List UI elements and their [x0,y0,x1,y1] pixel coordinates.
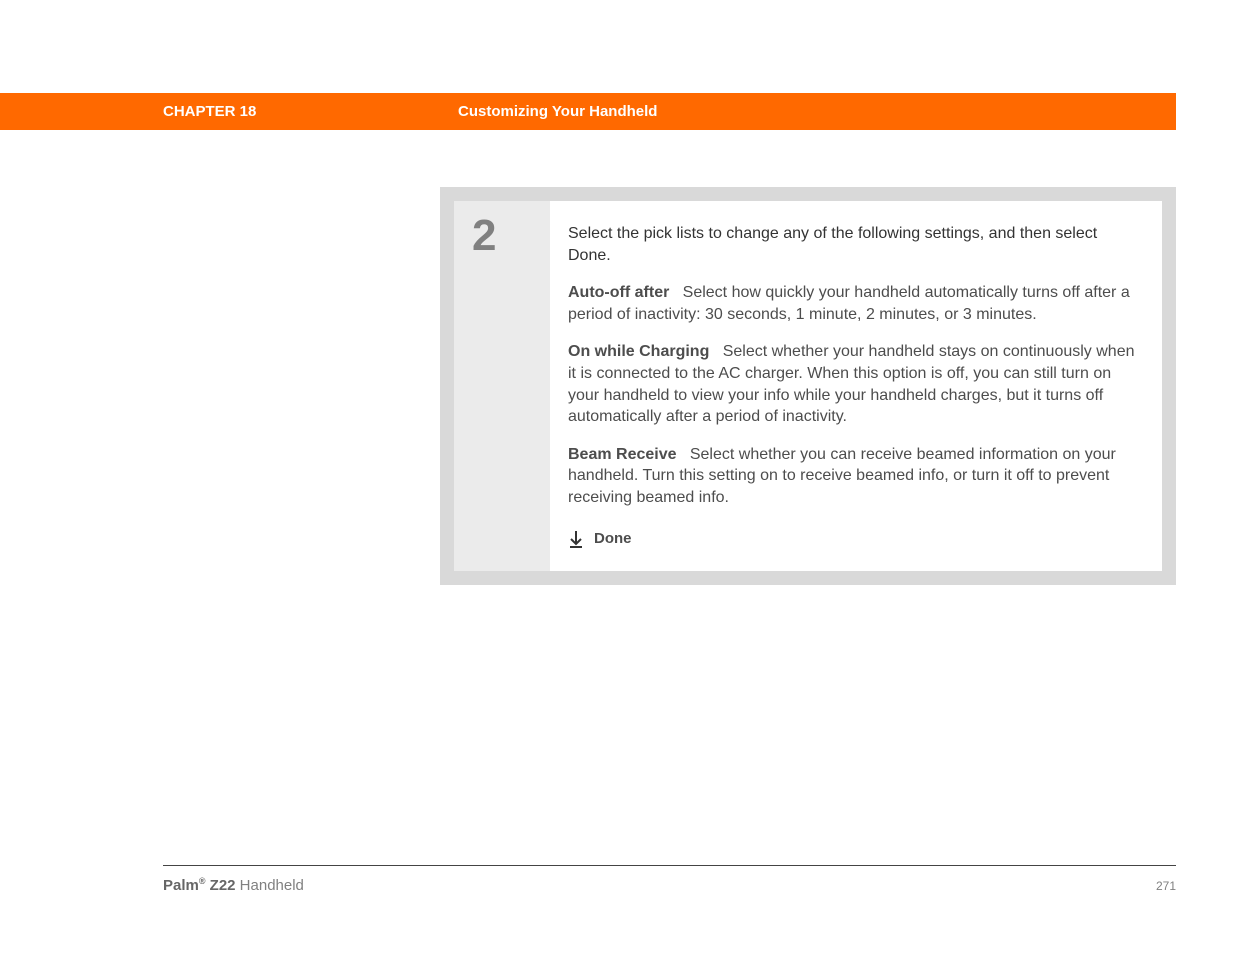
chapter-title: Customizing Your Handheld [458,103,657,120]
setting-on-charging: On while Charging Select whether your ha… [568,341,1144,427]
setting-label-on-charging: On while Charging [568,343,709,360]
registered-mark: ® [199,876,206,886]
page-number: 271 [1156,879,1176,893]
step-intro-text: Select the pick lists to change any of t… [568,223,1144,266]
page-footer: Palm® Z22 Handheld 271 [163,865,1176,894]
setting-label-auto-off: Auto-off after [568,284,669,301]
arrow-down-icon [568,530,584,548]
setting-auto-off: Auto-off after Select how quickly your h… [568,282,1144,325]
footer-product-suffix: Handheld [236,877,304,894]
footer-brand: Palm [163,877,199,894]
done-label: Done [594,529,632,549]
step-number-cell: 2 [454,201,550,571]
footer-model: Z22 [206,877,236,894]
chapter-header-bar: CHAPTER 18 Customizing Your Handheld [0,93,1176,130]
footer-divider [163,865,1176,866]
chapter-number-label: CHAPTER 18 [163,103,256,120]
setting-label-beam-receive: Beam Receive [568,446,677,463]
product-name: Palm® Z22 Handheld [163,876,304,894]
step-number: 2 [472,211,550,261]
setting-beam-receive: Beam Receive Select whether you can rece… [568,444,1144,509]
done-indicator: Done [568,529,1144,549]
step-content: Select the pick lists to change any of t… [550,201,1162,571]
step-instruction-box: 2 Select the pick lists to change any of… [440,187,1176,585]
